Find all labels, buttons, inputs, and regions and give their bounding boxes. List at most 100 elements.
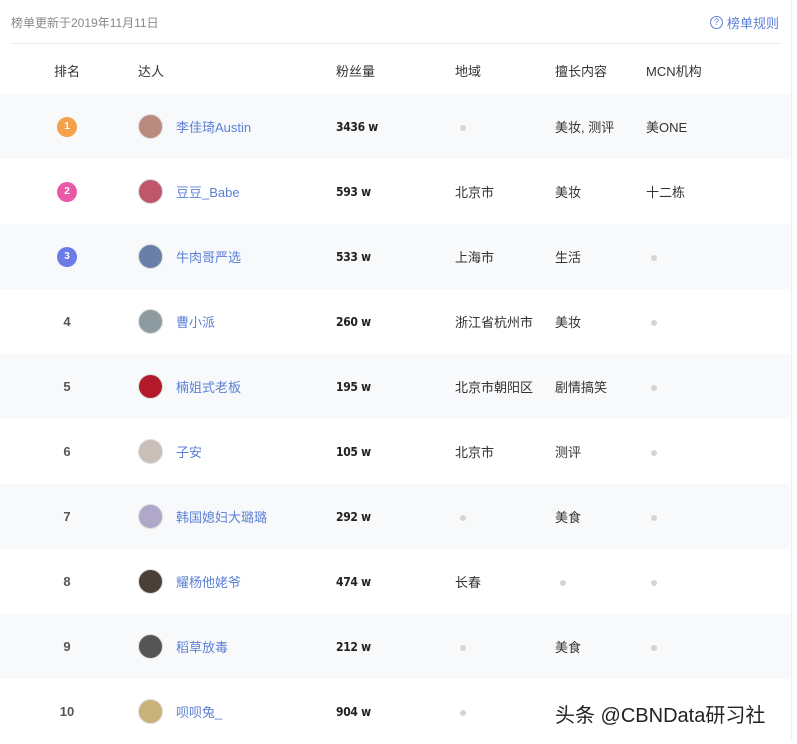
empty-dot-icon	[651, 450, 657, 456]
table-row: 2 豆豆_Babe 593 w 北京市 美妆 十二栋	[0, 159, 790, 224]
mcn: 十二栋	[646, 185, 686, 200]
content-type: 测评	[555, 445, 582, 460]
content-type: 美食	[555, 640, 582, 655]
mcn-empty	[646, 379, 657, 394]
influencer-cell: 曹小派	[138, 309, 215, 334]
influencer-cell: 楠姐式老板	[138, 374, 241, 399]
fans-count: 292 w	[336, 509, 371, 524]
influencer-name-link[interactable]: 李佳琦Austin	[176, 117, 251, 136]
medal-icon: 3	[57, 246, 77, 267]
rank-number: 6	[63, 444, 71, 459]
empty-dot-icon	[460, 645, 466, 651]
rules-link[interactable]: ? 榜单规则	[709, 13, 779, 32]
influencer-name-link[interactable]: 楠姐式老板	[176, 377, 241, 396]
divider	[10, 43, 781, 44]
fans-count: 593 w	[336, 184, 371, 199]
fans-count: 533 w	[336, 249, 371, 264]
content-type: 美妆, 测评	[555, 120, 615, 135]
region-empty	[455, 639, 466, 654]
empty-dot-icon	[651, 515, 657, 521]
influencer-cell: 子安	[138, 439, 202, 464]
fans-count: 3436 w	[336, 119, 378, 134]
influencer-name-link[interactable]: 豆豆_Babe	[176, 182, 240, 201]
col-fans: 粉丝量	[336, 63, 376, 79]
region-empty	[455, 119, 466, 134]
mcn: 美ONE	[646, 120, 688, 135]
avatar[interactable]	[138, 699, 163, 724]
mcn-empty	[646, 574, 657, 589]
rank-number: 10	[59, 704, 75, 719]
table-row: 5 楠姐式老板 195 w 北京市朝阳区 剧情搞笑	[0, 354, 790, 419]
rank-number: 9	[63, 639, 71, 654]
influencer-cell: 韩国媳妇大璐璐	[138, 504, 267, 529]
influencer-cell: 豆豆_Babe	[138, 179, 240, 204]
fans-count: 474 w	[336, 574, 371, 589]
avatar[interactable]	[138, 114, 163, 139]
fans-count: 260 w	[336, 314, 371, 329]
rank-cell: 3	[40, 246, 94, 267]
region: 浙江省杭州市	[455, 315, 534, 330]
influencer-name-link[interactable]: 稻草放毒	[176, 637, 228, 656]
region: 上海市	[455, 250, 495, 265]
empty-dot-icon	[651, 645, 657, 651]
region-empty	[455, 704, 466, 719]
empty-dot-icon	[651, 255, 657, 261]
rank-number: 7	[63, 509, 71, 524]
medal-icon: 2	[57, 181, 77, 202]
rank-cell: 10	[40, 704, 94, 719]
influencer-cell: 耀杨他姥爷	[138, 569, 241, 594]
region: 长春	[455, 575, 482, 590]
content-type: 生活	[555, 250, 582, 265]
empty-dot-icon	[651, 385, 657, 391]
region: 北京市	[455, 185, 495, 200]
col-rank: 排名	[53, 63, 80, 79]
question-circle-icon: ?	[709, 16, 723, 29]
table-row: 4 曹小派 260 w 浙江省杭州市 美妆	[0, 289, 790, 354]
empty-dot-icon	[560, 580, 566, 586]
avatar[interactable]	[138, 309, 163, 334]
table-row: 1 李佳琦Austin 3436 w 美妆, 测评 美ONE	[0, 94, 790, 159]
avatar[interactable]	[138, 504, 163, 529]
table-row: 9 稻草放毒 212 w 美食	[0, 614, 790, 679]
rank-number: 5	[63, 379, 71, 394]
avatar[interactable]	[138, 244, 163, 269]
influencer-cell: 稻草放毒	[138, 634, 228, 659]
content-type: 美妆	[555, 185, 582, 200]
rank-cell: 6	[40, 444, 94, 459]
avatar[interactable]	[138, 179, 163, 204]
influencer-name-link[interactable]: 曹小派	[176, 312, 215, 331]
col-influencer: 达人	[138, 63, 165, 79]
influencer-name-link[interactable]: 牛肉哥严选	[176, 247, 241, 266]
influencer-name-link[interactable]: 子安	[176, 442, 202, 461]
col-content: 擅长内容	[555, 63, 608, 79]
region: 北京市朝阳区	[455, 380, 534, 395]
mcn-empty	[646, 509, 657, 524]
fans-count: 212 w	[336, 639, 371, 654]
influencer-cell: 李佳琦Austin	[138, 114, 251, 139]
region-empty	[455, 509, 466, 524]
table-row: 7 韩国媳妇大璐璐 292 w 美食	[0, 484, 790, 549]
rank-number: 4	[63, 314, 71, 329]
influencer-name-link[interactable]: 耀杨他姥爷	[176, 572, 241, 591]
empty-dot-icon	[460, 710, 466, 716]
rank-cell: 8	[40, 574, 94, 589]
content-type: 美妆	[555, 315, 582, 330]
influencer-name-link[interactable]: 呗呗兔_	[176, 702, 222, 721]
rank-cell: 1	[40, 116, 94, 137]
table-row: 8 耀杨他姥爷 474 w 长春	[0, 549, 790, 614]
avatar[interactable]	[138, 634, 163, 659]
avatar[interactable]	[138, 569, 163, 594]
rank-cell: 2	[40, 181, 94, 202]
mcn-empty	[646, 444, 657, 459]
avatar[interactable]	[138, 439, 163, 464]
table-row: 6 子安 105 w 北京市 测评	[0, 419, 790, 484]
mcn-empty	[646, 639, 657, 654]
table-row: 3 牛肉哥严选 533 w 上海市 生活	[0, 224, 790, 289]
content-type-empty	[555, 574, 566, 589]
medal-icon: 1	[57, 116, 77, 137]
rank-cell: 9	[40, 639, 94, 654]
avatar[interactable]	[138, 374, 163, 399]
influencer-name-link[interactable]: 韩国媳妇大璐璐	[176, 507, 267, 526]
table-header: 排名 达人 粉丝量 地域 擅长内容 MCN机构	[0, 48, 790, 92]
col-mcn: MCN机构	[646, 63, 702, 79]
